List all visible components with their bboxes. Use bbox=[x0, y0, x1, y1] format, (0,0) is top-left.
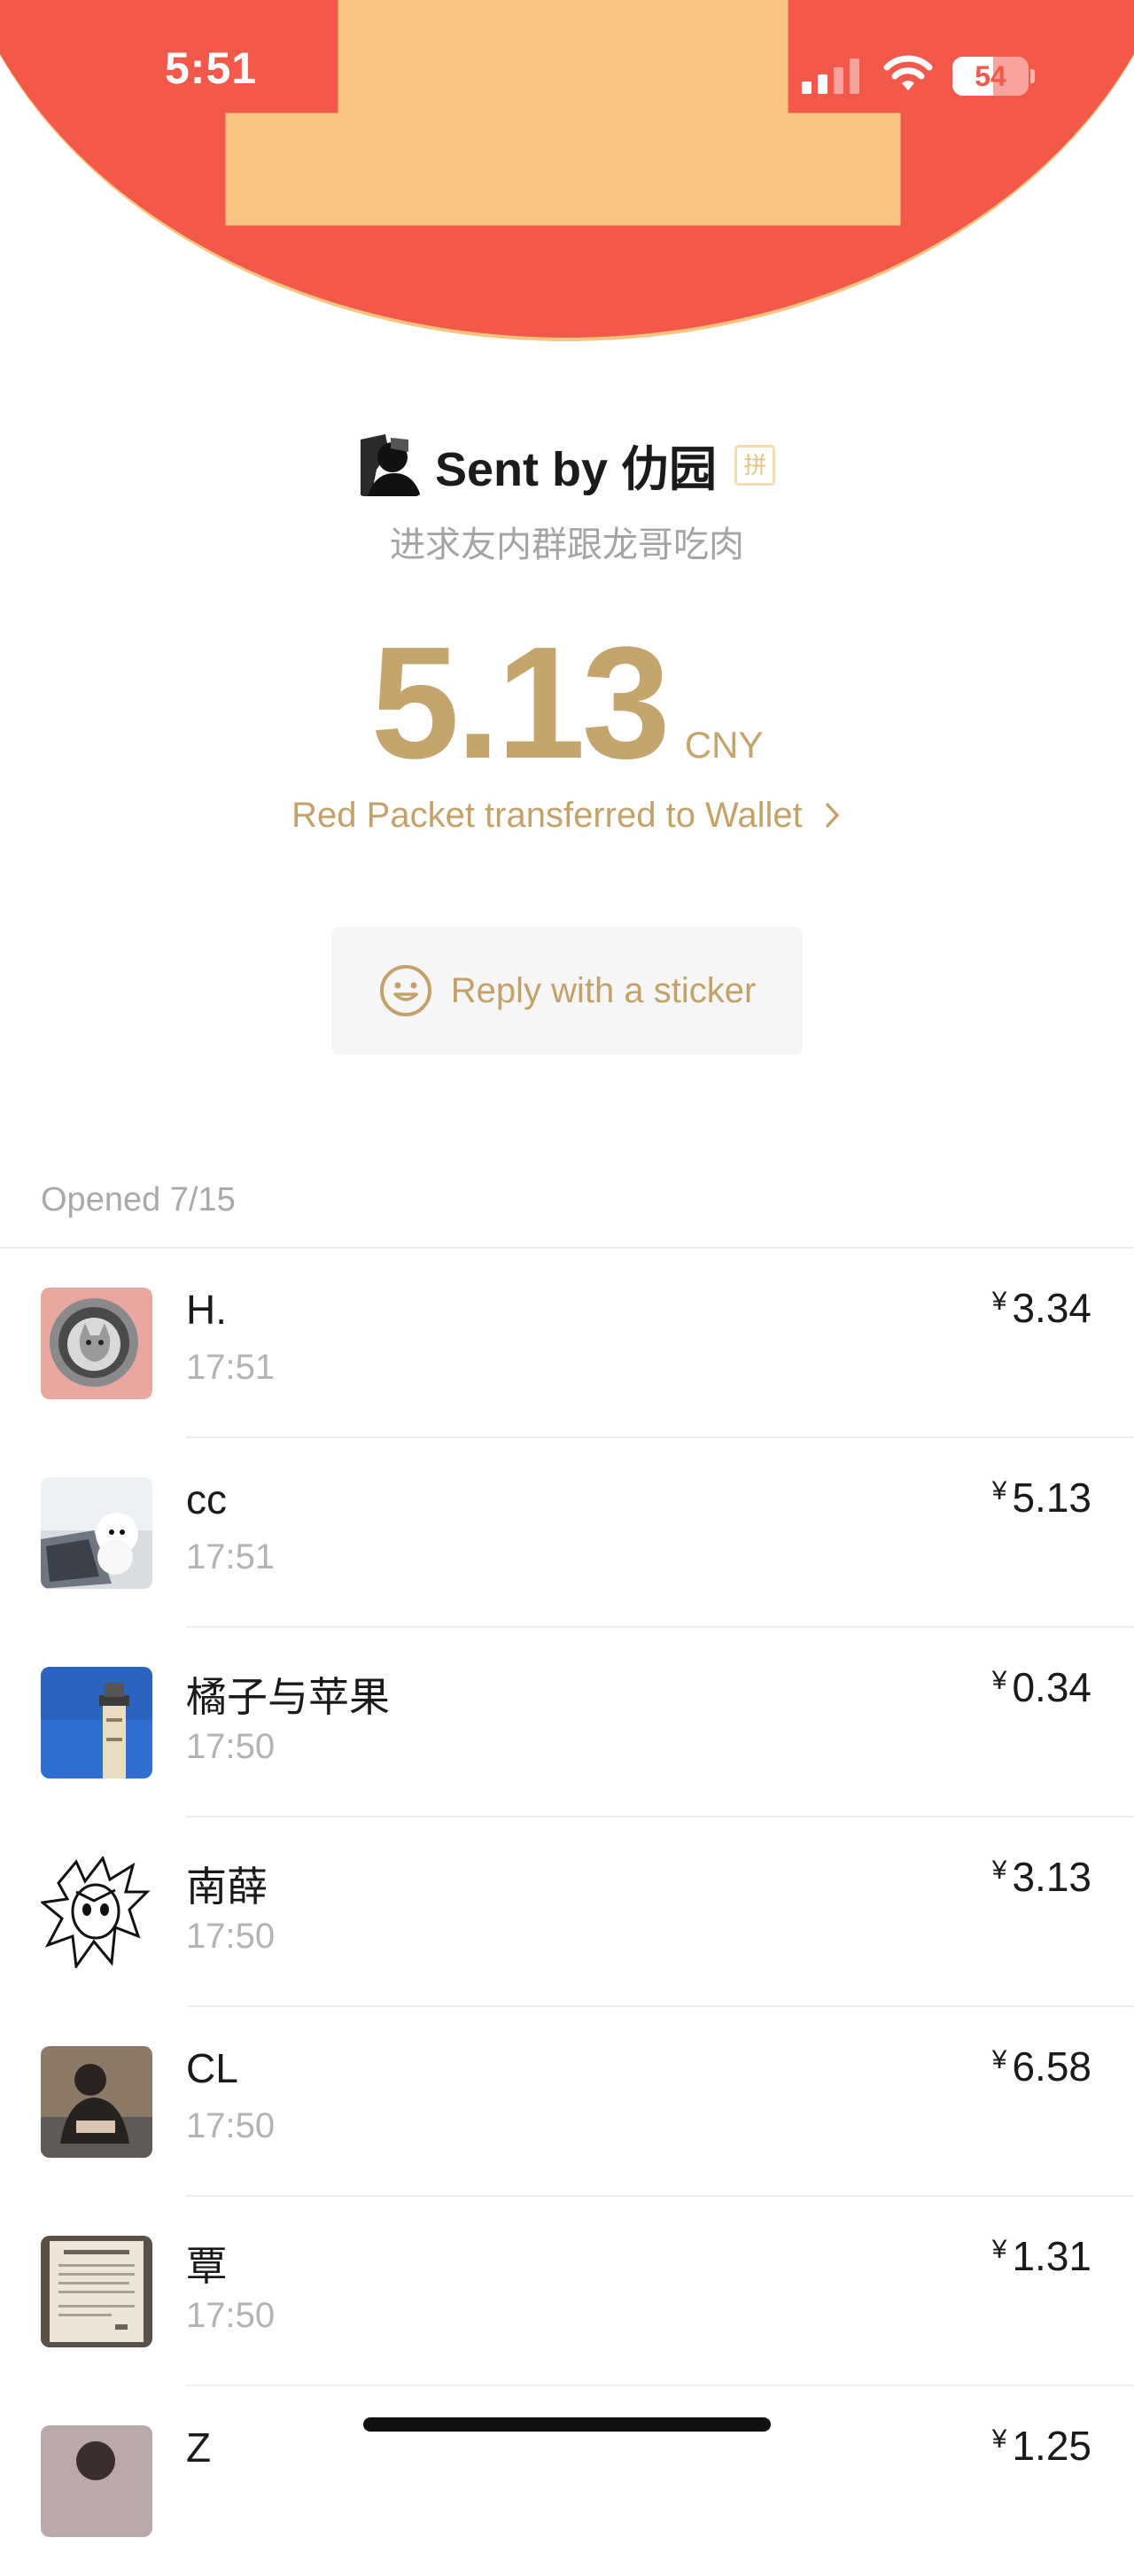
status-time: 5:51 bbox=[165, 43, 258, 93]
recipient-name: 橘子与苹果 bbox=[186, 1674, 390, 1720]
recipient-avatar bbox=[41, 2425, 152, 2537]
recipient-amount-value: 5.13 bbox=[1012, 1475, 1091, 1521]
recipient-amount: ¥0.34 bbox=[992, 1663, 1091, 1711]
reply-sticker-label: Reply with a sticker bbox=[450, 970, 757, 1010]
recipient-name: 覃 bbox=[186, 2243, 227, 2289]
yen-symbol: ¥ bbox=[991, 1856, 1007, 1885]
reply-sticker-button[interactable]: Reply with a sticker bbox=[331, 927, 803, 1055]
amount-row: 5.13 CNY bbox=[0, 611, 1134, 795]
list-item[interactable]: 橘子与苹果 17:50 ¥0.34 bbox=[0, 1628, 1134, 1817]
recipient-amount-value: 6.58 bbox=[1012, 2043, 1091, 2090]
yen-symbol: ¥ bbox=[991, 2045, 1007, 2074]
recipient-name: CL bbox=[186, 2045, 238, 2091]
recipient-amount: ¥6.58 bbox=[992, 2043, 1091, 2090]
recipient-amount: ¥1.31 bbox=[992, 2232, 1091, 2280]
list-item[interactable]: 覃 17:50 ¥1.31 bbox=[0, 2197, 1134, 2386]
list-item[interactable]: 南薛 17:50 ¥3.13 bbox=[0, 1817, 1134, 2007]
recipient-name: Z bbox=[186, 2424, 212, 2471]
recipient-name: cc bbox=[186, 1476, 227, 1522]
opened-count: Opened 7/15 bbox=[41, 1181, 236, 1218]
more-options-button[interactable] bbox=[1028, 177, 1099, 222]
recipient-avatar bbox=[41, 2236, 152, 2347]
recipient-time: 17:50 bbox=[186, 2106, 276, 2145]
received-amount: 5.13 bbox=[370, 614, 670, 792]
recipient-time: 17:50 bbox=[186, 1727, 276, 1766]
recipient-avatar bbox=[41, 2046, 152, 2158]
recipient-avatar bbox=[41, 1288, 152, 1399]
wifi-icon bbox=[883, 55, 933, 90]
wallet-link[interactable]: Red Packet transferred to Wallet bbox=[0, 796, 1134, 836]
recipient-amount: ¥5.13 bbox=[992, 1474, 1091, 1521]
smile-icon bbox=[379, 965, 431, 1016]
back-button[interactable] bbox=[35, 168, 80, 230]
recipient-amount-value: 1.31 bbox=[1012, 2233, 1091, 2279]
cellular-signal-icon bbox=[802, 58, 864, 94]
recipient-name: 南薛 bbox=[186, 1864, 268, 1910]
list-item[interactable]: cc 17:51 ¥5.13 bbox=[0, 1438, 1134, 1628]
list-item[interactable]: Z ¥1.25 bbox=[0, 2386, 1134, 2576]
home-indicator[interactable] bbox=[363, 2417, 771, 2432]
group-badge: 拼 bbox=[734, 444, 776, 486]
wallet-link-label: Red Packet transferred to Wallet bbox=[291, 796, 803, 835]
list-item[interactable]: H. 17:51 ¥3.34 bbox=[0, 1249, 1134, 1438]
currency-label: CNY bbox=[684, 724, 764, 766]
recipient-name: H. bbox=[186, 1287, 227, 1333]
sender-avatar[interactable] bbox=[358, 433, 421, 496]
yen-symbol: ¥ bbox=[991, 2235, 1007, 2264]
battery-icon: 54 bbox=[952, 57, 1029, 96]
recipient-amount: ¥3.13 bbox=[992, 1853, 1091, 1901]
greeting-message: 进求友内群跟龙哥吃肉 bbox=[390, 525, 744, 564]
battery-tip bbox=[1030, 69, 1035, 83]
recipient-time: 17:51 bbox=[186, 1537, 276, 1576]
recipient-amount: ¥3.34 bbox=[992, 1284, 1091, 1332]
sender-name: Sent by 仂园 bbox=[434, 443, 718, 496]
recipient-amount-value: 1.25 bbox=[1012, 2423, 1091, 2469]
recipient-avatar bbox=[41, 1477, 152, 1589]
yen-symbol: ¥ bbox=[991, 1476, 1007, 1506]
recipient-time: 17:51 bbox=[186, 1348, 276, 1387]
yen-symbol: ¥ bbox=[991, 1287, 1007, 1316]
list-item[interactable]: CL 17:50 ¥6.58 bbox=[0, 2007, 1134, 2197]
recipient-amount-value: 3.34 bbox=[1012, 1285, 1091, 1331]
recipient-avatar bbox=[41, 1856, 152, 1968]
recipient-amount-value: 0.34 bbox=[1012, 1664, 1091, 1710]
yen-symbol: ¥ bbox=[991, 2424, 1007, 2454]
chevron-right-icon bbox=[826, 803, 839, 828]
sender-row: Sent by 仂园 拼 bbox=[0, 430, 1134, 500]
recipient-amount: ¥1.25 bbox=[992, 2422, 1091, 2470]
recipient-amount-value: 3.13 bbox=[1012, 1854, 1091, 1900]
recipient-avatar bbox=[41, 1667, 152, 1778]
yen-symbol: ¥ bbox=[991, 1666, 1007, 1695]
recipient-time: 17:50 bbox=[186, 2296, 276, 2335]
battery-level: 54 bbox=[975, 60, 1006, 92]
recipient-time: 17:50 bbox=[186, 1917, 276, 1956]
